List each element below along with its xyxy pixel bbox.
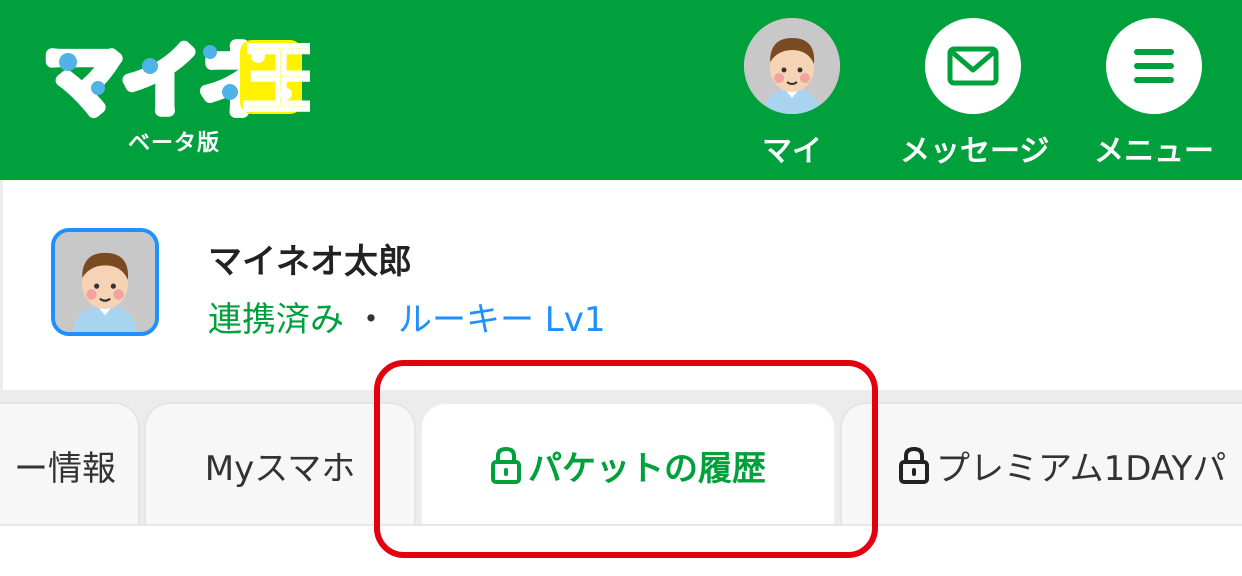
highlight-frame <box>374 360 878 558</box>
app-header: マイネ マイネ 王 ベータ版 マイ メッセージ メニュー <box>0 0 1242 180</box>
envelope-icon <box>925 18 1021 114</box>
nav-my-button[interactable]: マイ <box>744 18 840 170</box>
logo-subtitle: ベータ版 <box>128 131 221 156</box>
tab-premium-1day-label: プレミアム1DAYパ <box>936 448 1227 489</box>
logo-mark-icon: マイネ マイネ 王 <box>39 32 322 132</box>
tab-info-label: ー情報 <box>14 448 116 489</box>
hamburger-menu-icon <box>1106 18 1202 114</box>
profile-status: 連携済み・ルーキー Lv1 <box>208 292 606 341</box>
linked-status: 連携済み <box>208 300 344 340</box>
nav-message-button[interactable]: メッセージ <box>900 18 1050 170</box>
rank-link[interactable]: ルーキー Lv1 <box>398 300 606 340</box>
profile-name: マイネオ太郎 <box>208 242 412 282</box>
svg-text:王: 王 <box>242 35 310 125</box>
status-separator: ・ <box>354 300 388 340</box>
profile-card: マイネオ太郎 連携済み・ルーキー Lv1 <box>0 180 1242 390</box>
tab-premium-1day[interactable]: プレミアム1DAYパ <box>840 402 1242 526</box>
tab-info[interactable]: ー情報 <box>0 402 140 526</box>
profile-avatar[interactable] <box>51 228 159 336</box>
lock-icon <box>898 446 930 484</box>
tab-my-smartphone-label: Myスマホ <box>204 448 356 489</box>
nav-menu-label: メニュー <box>1094 134 1214 169</box>
user-avatar-icon <box>55 232 155 332</box>
nav-message-label: メッセージ <box>900 134 1050 169</box>
nav-menu-button[interactable]: メニュー <box>1092 18 1216 170</box>
nav-my-label: マイ <box>762 134 822 169</box>
user-avatar-icon <box>744 18 840 114</box>
